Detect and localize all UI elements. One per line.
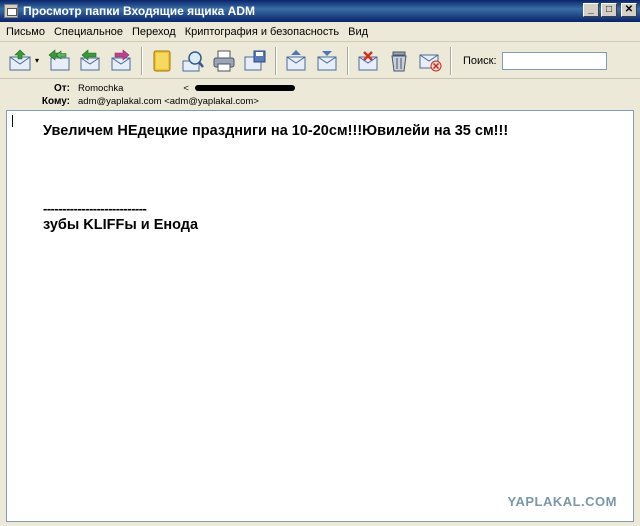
message-header: От: Romochka < Кому: adm@yaplakal.com <a…	[6, 80, 634, 110]
junk-button[interactable]	[416, 47, 444, 75]
forward-button[interactable]	[107, 47, 135, 75]
from-row: От: Romochka <	[6, 81, 295, 95]
redacted-email	[194, 85, 295, 91]
print-button[interactable]	[210, 47, 238, 75]
to-row: Кому: adm@yaplakal.com <adm@yaplakal.com…	[6, 94, 259, 108]
from-email-start: <	[183, 82, 189, 94]
reply-all-button[interactable]	[45, 47, 73, 75]
message-body[interactable]: Увеличем НЕдецкие праздниги на 10-20см!!…	[6, 110, 634, 522]
search-label: Поиск:	[463, 54, 497, 67]
save-button[interactable]	[241, 47, 269, 75]
next-button[interactable]	[313, 47, 341, 75]
reply-all-icon	[48, 48, 70, 70]
search-input[interactable]	[501, 51, 607, 70]
menu-crypto[interactable]: Криптография и безопасность	[185, 26, 339, 38]
toolbar-separator	[141, 46, 144, 75]
get-mail-dropdown[interactable]: ▾	[35, 56, 39, 65]
reply-button[interactable]	[76, 47, 104, 75]
previous-button[interactable]	[282, 47, 310, 75]
search-icon	[182, 50, 204, 71]
minimize-button[interactable]: _	[583, 3, 599, 17]
print-icon	[213, 50, 235, 71]
addressbook-icon	[153, 50, 171, 71]
window-controls: _ □ ✕	[583, 3, 637, 17]
message-line-1: Увеличем НЕдецкие праздниги на 10-20см!!…	[43, 123, 509, 139]
toolbar-separator	[275, 46, 278, 75]
message-line-2: зубы KLIFFы и Енода	[43, 217, 199, 233]
delete-button[interactable]	[385, 47, 413, 75]
addressbook-button[interactable]	[148, 47, 176, 75]
window-title: Просмотр папки Входящие ящика ADM	[23, 4, 256, 18]
next-icon	[317, 50, 337, 70]
maximize-button[interactable]: □	[601, 3, 617, 17]
search-messages-button[interactable]	[179, 47, 207, 75]
toolbar-separator	[450, 46, 453, 75]
app-icon	[4, 4, 18, 18]
toolbar: ▾ Поиск:	[0, 43, 640, 79]
watermark: YAPLAKAL.COM	[507, 494, 617, 509]
from-label: От:	[53, 82, 70, 94]
mark-read-button[interactable]	[354, 47, 382, 75]
text-caret	[12, 115, 13, 127]
message-separator: ---------------------------	[43, 201, 147, 216]
trash-icon	[391, 51, 407, 71]
mail-receive-icon	[9, 49, 31, 70]
previous-icon	[286, 49, 306, 70]
mark-icon	[358, 50, 378, 70]
toolbar-separator	[347, 46, 350, 75]
forward-icon	[111, 48, 131, 70]
save-icon	[244, 50, 266, 70]
menu-letter[interactable]: Письмо	[6, 26, 45, 38]
to-value[interactable]: adm@yaplakal.com <adm@yaplakal.com>	[78, 96, 259, 107]
close-button[interactable]: ✕	[621, 3, 637, 17]
reply-icon	[80, 48, 100, 70]
menu-go[interactable]: Переход	[132, 26, 176, 38]
menu-view[interactable]: Вид	[348, 26, 368, 38]
menu-bar: Письмо Специальное Переход Криптография …	[0, 22, 640, 42]
get-mail-button[interactable]	[6, 47, 34, 75]
from-name[interactable]: Romochka	[78, 83, 123, 94]
menu-special[interactable]: Специальное	[54, 26, 123, 38]
title-bar: Просмотр папки Входящие ящика ADM _ □ ✕	[0, 0, 640, 22]
to-label: Кому:	[41, 95, 70, 107]
junk-icon	[419, 54, 442, 71]
